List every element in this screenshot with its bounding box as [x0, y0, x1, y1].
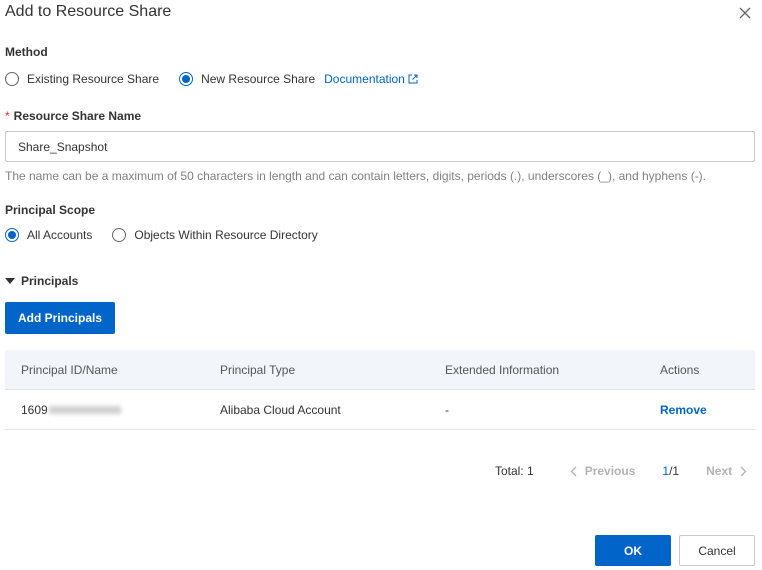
- pagination-total: Total: 1: [495, 464, 534, 478]
- next-page-button[interactable]: Next: [706, 464, 755, 478]
- dialog-title: Add to Resource Share: [5, 3, 172, 20]
- share-name-label: * Resource Share Name: [5, 109, 141, 123]
- scope-all-accounts-option[interactable]: All Accounts: [5, 228, 92, 242]
- principals-section-toggle[interactable]: Principals: [5, 274, 78, 288]
- previous-page-label: Previous: [584, 464, 636, 478]
- scope-all-accounts-label: All Accounts: [27, 228, 93, 242]
- external-link-icon: [408, 74, 418, 84]
- column-header-principal-id: Principal ID/Name: [21, 362, 118, 377]
- documentation-link[interactable]: Documentation: [324, 72, 418, 86]
- previous-page-button[interactable]: Previous: [562, 464, 636, 478]
- principal-id-cell: 1609: [21, 403, 121, 417]
- method-existing-option[interactable]: Existing Resource Share: [5, 72, 159, 86]
- radio-checked-icon[interactable]: [179, 72, 194, 86]
- table-header: Principal ID/Name Principal Type Extende…: [5, 350, 755, 390]
- share-name-input[interactable]: [5, 131, 755, 162]
- share-name-label-text: Resource Share Name: [13, 109, 142, 123]
- extended-info-cell: -: [445, 402, 449, 417]
- principal-id-prefix: 1609: [21, 402, 48, 417]
- documentation-link-label: Documentation: [324, 72, 405, 86]
- method-radio-group: Existing Resource Share New Resource Sha…: [5, 70, 418, 88]
- redacted-id: [48, 406, 121, 415]
- radio-checked-icon[interactable]: [5, 228, 19, 242]
- method-label: Method: [5, 45, 48, 59]
- radio-icon[interactable]: [5, 72, 19, 86]
- column-header-principal-type: Principal Type: [220, 362, 296, 377]
- column-header-extended-info: Extended Information: [445, 362, 560, 377]
- add-principals-button[interactable]: Add Principals: [5, 302, 115, 334]
- table-row: 1609 Alibaba Cloud Account - Remove: [5, 390, 755, 430]
- pagination: Total: 1 Previous 1/1 Next: [495, 462, 755, 480]
- share-name-help: The name can be a maximum of 50 characte…: [5, 169, 707, 183]
- remove-button[interactable]: Remove: [660, 403, 707, 417]
- principal-scope-label: Principal Scope: [5, 203, 96, 217]
- scope-resource-directory-option[interactable]: Objects Within Resource Directory: [112, 228, 318, 242]
- ok-button[interactable]: OK: [595, 535, 671, 566]
- close-icon[interactable]: [738, 6, 752, 20]
- column-header-actions: Actions: [660, 362, 700, 377]
- principals-section-label: Principals: [21, 274, 79, 288]
- method-new-option[interactable]: New Resource Share: [179, 72, 315, 86]
- method-new-label: New Resource Share: [201, 72, 316, 86]
- principals-table: Principal ID/Name Principal Type Extende…: [5, 350, 755, 430]
- scope-resource-directory-label: Objects Within Resource Directory: [134, 228, 318, 242]
- page-indicator: 1/1: [662, 464, 679, 478]
- chevron-right-icon: [740, 466, 747, 476]
- chevron-left-icon: [570, 466, 577, 476]
- principal-type-cell: Alibaba Cloud Account: [220, 402, 341, 417]
- principal-scope-radio-group: All Accounts Objects Within Resource Dir…: [5, 226, 338, 244]
- radio-icon[interactable]: [112, 228, 127, 242]
- caret-down-icon: [5, 278, 15, 284]
- page-total: /1: [669, 464, 680, 478]
- method-existing-label: Existing Resource Share: [27, 72, 160, 86]
- cancel-button[interactable]: Cancel: [679, 535, 755, 566]
- next-page-label: Next: [706, 464, 733, 478]
- required-mark: *: [5, 109, 10, 123]
